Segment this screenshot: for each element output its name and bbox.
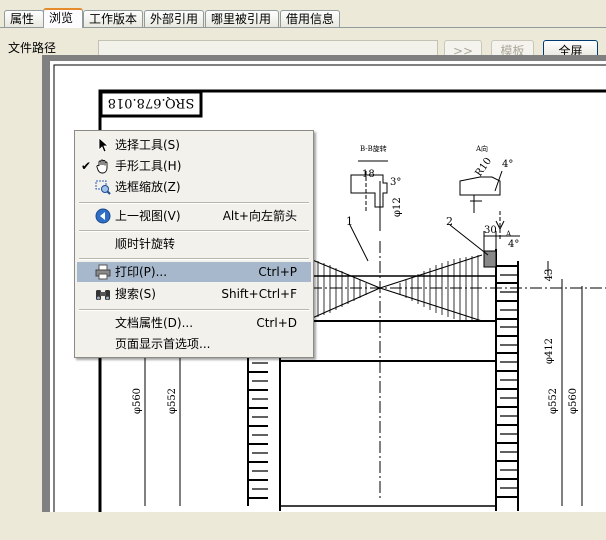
dim-30: 30	[484, 225, 497, 236]
menu-item-label: 页面显示首选项...	[115, 337, 211, 351]
tab-borrow-info[interactable]: 借用信息	[280, 10, 340, 27]
menu-item-shortcut: Alt+向左箭头	[222, 209, 297, 223]
title-block-text: SRQ.678.018	[108, 95, 195, 110]
menu-item-label: 文档属性(D)...	[115, 316, 194, 330]
menu-item-print[interactable]: 打印(P)... Ctrl+P	[77, 262, 311, 282]
marquee-zoom-icon	[95, 180, 111, 195]
menu-item-shortcut: Shift+Ctrl+F	[221, 287, 297, 301]
menu-separator	[79, 258, 309, 260]
menu-separator	[79, 230, 309, 232]
menu-separator	[79, 202, 309, 204]
menu-item-label: 上一视图(V)	[115, 209, 181, 223]
tab-browse[interactable]: 浏览	[43, 8, 83, 28]
tab-work-version[interactable]: 工作版本	[83, 10, 143, 27]
view-a-label: A向	[475, 144, 488, 153]
dim-43: 43	[544, 269, 555, 282]
check-mark-icon: ✔	[81, 159, 92, 173]
dim-4deg-top: 4°	[502, 159, 513, 170]
menu-item-hand-tool[interactable]: ✔ 手形工具(H)	[77, 156, 311, 176]
dim-phi560-right: φ560	[568, 388, 579, 414]
menu-item-label: 顺时针旋转	[115, 237, 176, 251]
dim-18: 18	[362, 169, 375, 180]
view-a-arrow-label: A	[505, 230, 512, 238]
menu-item-document-properties[interactable]: 文档属性(D)... Ctrl+D	[77, 313, 311, 333]
menu-item-search[interactable]: 搜索(S) Shift+Ctrl+F	[77, 284, 311, 304]
tab-label: 外部引用	[150, 12, 199, 26]
arrow-cursor-icon	[98, 137, 110, 153]
dim-3deg: 3°	[390, 177, 401, 188]
tab-label: 属性	[10, 12, 35, 26]
callout-2: 2	[446, 215, 453, 228]
menu-item-label: 手形工具(H)	[115, 159, 182, 173]
menu-separator	[79, 309, 309, 311]
menu-item-previous-view[interactable]: 上一视图(V) Alt+向左箭头	[77, 206, 311, 226]
tab-external-refs[interactable]: 外部引用	[144, 10, 204, 27]
section-bb-label: B-B旋转	[360, 144, 387, 153]
menu-item-label: 选框缩放(Z)	[115, 180, 181, 194]
tab-label: 哪里被引用	[211, 12, 272, 26]
tab-label: 浏览	[49, 11, 74, 25]
menu-item-label: 打印(P)...	[115, 265, 168, 279]
tab-label: 工作版本	[89, 12, 138, 26]
dim-4deg: 4°	[508, 239, 519, 250]
menu-item-rotate-clockwise[interactable]: 顺时针旋转	[77, 234, 311, 254]
dim-phi560-left: φ560	[132, 388, 143, 414]
dim-phi12: φ12	[392, 197, 403, 217]
menu-item-marquee-zoom[interactable]: 选框缩放(Z)	[77, 177, 311, 197]
binoculars-icon	[96, 290, 110, 300]
dim-phi552-right: φ552	[548, 388, 559, 414]
dim-phi412: φ412	[544, 338, 555, 364]
tab-label: 借用信息	[286, 12, 335, 26]
dim-r10: R10	[473, 156, 494, 179]
tab-strip: 属性 浏览 工作版本 外部引用 哪里被引用 借用信息	[0, 8, 606, 28]
menu-item-select-tool[interactable]: 选择工具(S)	[77, 135, 311, 155]
context-menu: 选择工具(S) ✔ 手形工具(H) 选框缩放(Z) 上一视图(V) Alt+向左…	[74, 130, 314, 358]
menu-item-page-display-preferences[interactable]: 页面显示首选项...	[77, 334, 311, 354]
menu-item-label: 选择工具(S)	[115, 138, 180, 152]
menu-item-shortcut: Ctrl+P	[258, 265, 297, 279]
menu-item-label: 搜索(S)	[115, 287, 156, 301]
callout-1: 1	[346, 215, 353, 228]
tab-properties[interactable]: 属性	[4, 10, 44, 27]
dim-phi552-left: φ552	[167, 388, 178, 414]
previous-view-icon	[95, 208, 111, 224]
hand-icon	[96, 159, 108, 174]
menu-item-shortcut: Ctrl+D	[256, 316, 297, 330]
file-path-label: 文件路径	[8, 41, 57, 55]
printer-icon	[95, 264, 111, 280]
tab-where-used[interactable]: 哪里被引用	[205, 10, 279, 27]
